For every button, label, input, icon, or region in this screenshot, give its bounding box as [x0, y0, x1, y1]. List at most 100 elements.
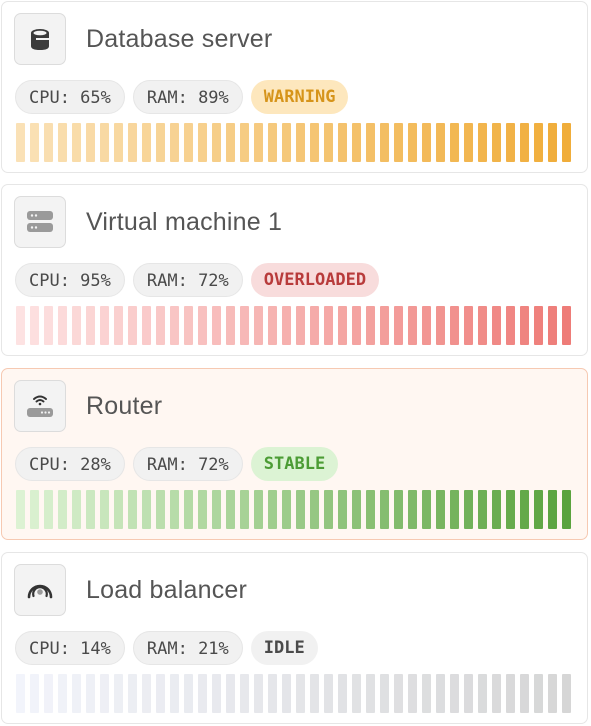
load-bar [240, 306, 249, 345]
load-bar [86, 490, 95, 529]
load-bar [562, 306, 571, 345]
database-icon [14, 13, 66, 65]
load-bar [534, 674, 543, 713]
load-bar [338, 674, 347, 713]
load-bar [72, 490, 81, 529]
router-icon [14, 380, 66, 432]
load-bar [408, 306, 417, 345]
load-bar [30, 306, 39, 345]
load-bar [114, 490, 123, 529]
load-bar [114, 306, 123, 345]
load-bar [324, 123, 333, 162]
load-bar [380, 306, 389, 345]
load-bar [562, 490, 571, 529]
load-bar [72, 306, 81, 345]
load-bar [212, 674, 221, 713]
load-bar [324, 306, 333, 345]
load-bar [16, 490, 25, 529]
status-badge: OVERLOADED [250, 263, 380, 297]
load-bar [198, 123, 207, 162]
load-bar [352, 674, 361, 713]
load-bar [296, 123, 305, 162]
server-card-router[interactable]: Router CPU: 28% RAM: 72% STABLE [1, 368, 588, 540]
load-bar [394, 123, 403, 162]
load-bar [226, 674, 235, 713]
server-card-list: Database server CPU: 65% RAM: 89% WARNIN… [0, 0, 591, 726]
load-bar [226, 306, 235, 345]
load-bar [142, 490, 151, 529]
load-bar [464, 490, 473, 529]
load-bar [184, 674, 193, 713]
load-bar [310, 674, 319, 713]
load-bar [86, 306, 95, 345]
load-bar [450, 490, 459, 529]
load-bar [254, 674, 263, 713]
load-bar [58, 306, 67, 345]
load-bar [534, 306, 543, 345]
load-bar [44, 123, 53, 162]
load-bar [324, 490, 333, 529]
metrics-row: CPU: 28% RAM: 72% STABLE [15, 447, 339, 481]
load-bar [366, 306, 375, 345]
load-bar [478, 674, 487, 713]
load-bar [72, 674, 81, 713]
load-bar [72, 123, 81, 162]
server-card-virtual-machine-1[interactable]: Virtual machine 1 CPU: 95% RAM: 72% OVER… [1, 184, 588, 356]
load-bar [380, 490, 389, 529]
load-bar [506, 123, 515, 162]
load-bar [422, 123, 431, 162]
load-bar [58, 490, 67, 529]
load-bar [128, 123, 137, 162]
load-bar [478, 306, 487, 345]
status-badge: IDLE [250, 631, 318, 665]
load-bar [268, 490, 277, 529]
load-bar [44, 674, 53, 713]
load-bar [352, 306, 361, 345]
load-bar [212, 490, 221, 529]
cpu-chip: CPU: 65% [15, 80, 125, 114]
load-bar [268, 674, 277, 713]
load-bar [506, 490, 515, 529]
server-card-load-balancer[interactable]: Load balancer CPU: 14% RAM: 21% IDLE [1, 552, 588, 724]
load-bar [128, 674, 137, 713]
load-bar [506, 674, 515, 713]
load-bar [268, 123, 277, 162]
load-bar [464, 306, 473, 345]
load-bar [16, 674, 25, 713]
load-bar [352, 490, 361, 529]
load-bar [30, 674, 39, 713]
load-bar [534, 123, 543, 162]
load-bar [156, 123, 165, 162]
load-bar [16, 123, 25, 162]
load-bar [58, 123, 67, 162]
load-bar [184, 123, 193, 162]
load-bar [142, 306, 151, 345]
load-bar [296, 306, 305, 345]
load-bar [282, 123, 291, 162]
load-bar [408, 123, 417, 162]
status-badge: WARNING [250, 80, 349, 114]
server-icon [14, 196, 66, 248]
load-bar [534, 490, 543, 529]
server-card-database-server[interactable]: Database server CPU: 65% RAM: 89% WARNIN… [1, 1, 588, 173]
load-bar [492, 674, 501, 713]
load-bar [226, 490, 235, 529]
load-bar [450, 674, 459, 713]
load-bars [16, 490, 571, 529]
load-bar [464, 123, 473, 162]
load-bar [506, 306, 515, 345]
load-bar [30, 123, 39, 162]
load-bar [156, 306, 165, 345]
load-bar [156, 674, 165, 713]
load-bar [408, 490, 417, 529]
cpu-chip: CPU: 14% [15, 631, 125, 665]
server-name: Load balancer [86, 575, 248, 604]
load-bar [198, 490, 207, 529]
load-bar [282, 490, 291, 529]
load-bar [254, 123, 263, 162]
load-bar [212, 123, 221, 162]
load-bar [324, 674, 333, 713]
load-bar [268, 306, 277, 345]
ram-chip: RAM: 72% [132, 263, 243, 297]
load-bar [16, 306, 25, 345]
